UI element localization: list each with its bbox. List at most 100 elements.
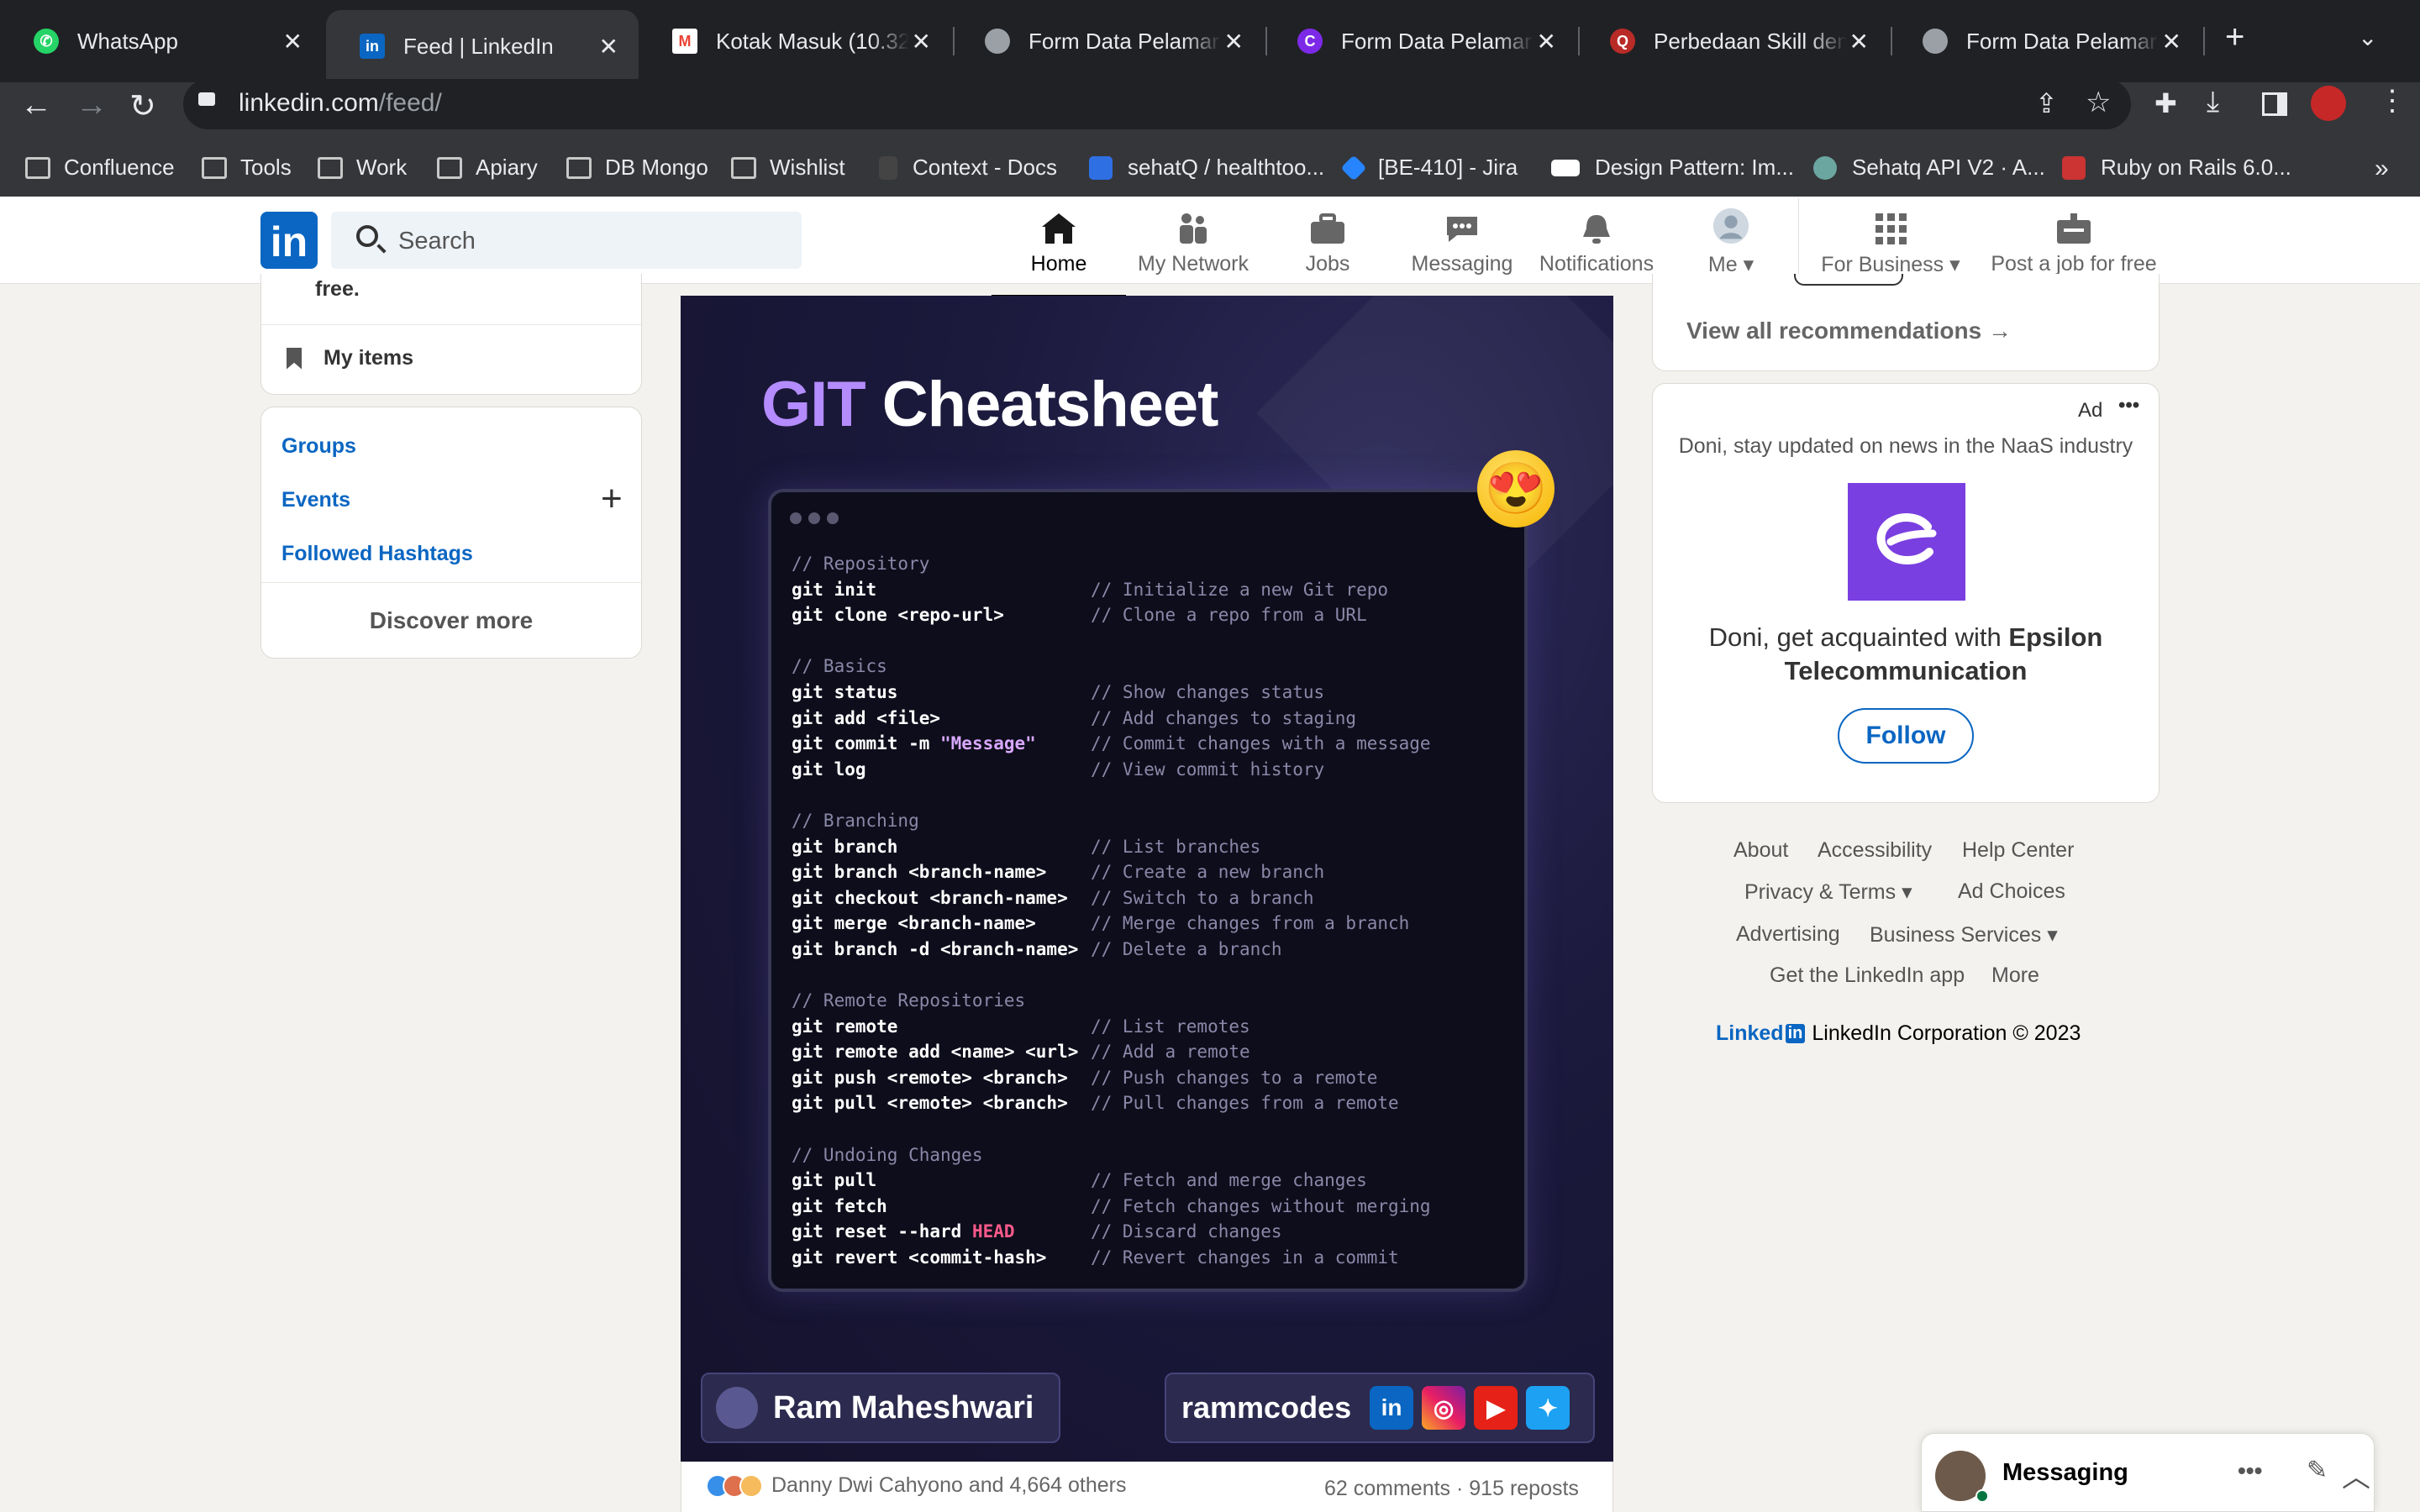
nav-home[interactable]: Home <box>992 207 1126 298</box>
close-icon[interactable]: ✕ <box>283 28 302 55</box>
tab-form-1[interactable]: Form Data Pelamar T ✕ <box>951 12 1264 71</box>
close-icon[interactable]: ✕ <box>2162 28 2181 55</box>
code-line: git checkout <branch-name> // Switch to a… <box>792 885 1314 911</box>
comments-count[interactable]: 62 comments <box>1324 1477 1450 1500</box>
tab-form-2[interactable]: C Form Data Pelamar T ✕ <box>1264 12 1576 71</box>
view-all-recommendations-link[interactable]: View all recommendations → <box>1686 318 2012 344</box>
bookmark-apiary[interactable]: Apiary <box>437 155 538 181</box>
new-tab-button[interactable]: + <box>2225 18 2244 56</box>
code-comment: // Initialize a new Git repo <box>1091 579 1389 600</box>
code-comment: // Pull changes from a remote <box>1091 1093 1399 1114</box>
nav-jobs[interactable]: Jobs <box>1260 207 1395 276</box>
folder-icon <box>318 156 343 179</box>
insightful-icon <box>739 1473 763 1498</box>
tab-linkedin[interactable]: in Feed | LinkedIn ✕ <box>326 10 639 82</box>
bookmark-confluence[interactable]: Confluence <box>25 155 175 181</box>
bookmark-tools[interactable]: Tools <box>202 155 292 181</box>
forward-arrow-icon[interactable]: → <box>76 87 108 123</box>
close-icon[interactable]: ✕ <box>912 28 931 55</box>
code-line: git branch // List branches <box>792 834 1260 860</box>
reactions-summary[interactable]: Danny Dwi Cahyono and 4,664 others <box>706 1473 1127 1498</box>
footer-help-center-link[interactable]: Help Center <box>1962 838 2074 863</box>
more-options-icon[interactable]: ••• <box>2238 1457 2262 1484</box>
events-link[interactable]: Events <box>281 488 350 512</box>
follow-button[interactable]: Follow <box>1838 708 1974 764</box>
nav-messaging[interactable]: Messaging <box>1395 207 1529 276</box>
share-icon[interactable]: ⇪ <box>2035 87 2058 119</box>
heart-eyes-emoji-icon: 😍 <box>1477 450 1555 528</box>
footer-business-services-link[interactable]: Business Services ▾ <box>1870 922 2058 948</box>
groups-link[interactable]: Groups <box>281 434 356 459</box>
footer-privacy-terms-link[interactable]: Privacy & Terms ▾ <box>1744 879 1912 905</box>
tab-gmail[interactable]: M Kotak Masuk (10.328 ✕ <box>639 12 951 71</box>
side-panel-icon[interactable] <box>2262 92 2287 116</box>
followed-hashtags-link[interactable]: Followed Hashtags <box>281 542 473 566</box>
epsilon-logo[interactable] <box>1848 483 1965 601</box>
code-command: git reset --hard <box>792 1221 972 1242</box>
lock-icon[interactable] <box>198 92 215 106</box>
author-badge: Ram Maheshwari <box>701 1373 1060 1443</box>
footer-ad-choices-link[interactable]: Ad Choices <box>1958 879 2065 904</box>
nav-post-job[interactable]: Post a job for free <box>1983 207 2165 276</box>
add-event-plus-icon[interactable]: + <box>601 478 623 520</box>
close-icon[interactable]: ✕ <box>599 33 618 60</box>
tab-quora[interactable]: Q Perbedaan Skill deng ✕ <box>1576 12 1889 71</box>
address-bar[interactable] <box>183 79 2131 129</box>
linkedin-logo[interactable]: in <box>260 212 318 269</box>
messaging-dock-panel[interactable]: Messaging ••• ✎ ︿ <box>1921 1433 2375 1512</box>
bookmark-work[interactable]: Work <box>318 155 407 181</box>
footer-about-link[interactable]: About <box>1733 838 1788 863</box>
nav-notifications[interactable]: Notifications <box>1529 207 1664 276</box>
more-bookmarks-chevron[interactable]: » <box>2375 155 2389 183</box>
close-icon[interactable]: ✕ <box>1537 28 1556 55</box>
my-items-link[interactable]: My items <box>287 346 413 370</box>
browser-tab-strip: ✆ WhatsApp ✕ in Feed | LinkedIn ✕ M Kota… <box>0 0 2420 82</box>
reposts-count[interactable]: 915 reposts <box>1469 1477 1579 1500</box>
bookmark-context-docs[interactable]: Context - Docs <box>879 155 1057 181</box>
tab-search-chevron-icon[interactable]: ⌄ <box>2358 24 2377 51</box>
bookmark-wishlist[interactable]: Wishlist <box>731 155 845 181</box>
footer-get-app-link[interactable]: Get the LinkedIn app <box>1770 963 1965 988</box>
footer-more-link[interactable]: More <box>1991 963 2039 988</box>
discover-more-button[interactable]: Discover more <box>261 607 641 634</box>
reload-icon[interactable]: ↻ <box>129 87 156 125</box>
nav-me[interactable]: Me ▾ <box>1664 207 1798 277</box>
bookmark-jira[interactable]: [BE-410] - Jira <box>1340 154 1518 181</box>
rails-icon <box>2062 155 2086 180</box>
ad-headline: Doni, get acquainted with Epsilon Teleco… <box>1708 622 2103 685</box>
back-arrow-icon[interactable]: ← <box>20 87 52 123</box>
bookmark-sehatq-api[interactable]: Sehatq API V2 · A... <box>1813 155 2045 181</box>
copyright: Linked in LinkedIn Corporation © 2023 <box>1716 1021 2081 1045</box>
code-comment: // List remotes <box>1091 1016 1250 1037</box>
briefcase-icon <box>1260 207 1395 245</box>
bookmark-sehatq[interactable]: sehatQ / healthtoo... <box>1089 155 1324 181</box>
tab-separator <box>2203 27 2205 55</box>
bookmark-design-pattern[interactable]: Design Pattern: Im... <box>1551 155 1794 181</box>
bookmark-rails[interactable]: Ruby on Rails 6.0... <box>2062 155 2291 181</box>
bookmark-db-mongo[interactable]: DB Mongo <box>566 155 708 181</box>
extensions-puzzle-icon[interactable]: ✚ <box>2154 87 2177 119</box>
nav-my-network[interactable]: My Network <box>1126 207 1260 276</box>
compose-icon[interactable]: ✎ <box>2307 1456 2328 1485</box>
code-comment: // Fetch changes without merging <box>1091 1195 1431 1216</box>
code-command: git init <box>792 579 877 600</box>
nav-for-business[interactable]: For Business ▾ <box>1807 207 1975 277</box>
chevron-up-icon[interactable]: ︿ <box>2342 1454 2370 1495</box>
profile-avatar[interactable] <box>2311 86 2346 121</box>
tab-whatsapp[interactable]: ✆ WhatsApp ✕ <box>0 12 323 71</box>
footer-advertising-link[interactable]: Advertising <box>1736 922 1840 947</box>
star-bookmark-icon[interactable]: ☆ <box>2086 86 2111 119</box>
author-avatar <box>716 1387 758 1429</box>
close-icon[interactable]: ✕ <box>1849 28 1869 55</box>
nav-label: Post a job for free <box>1991 252 2157 276</box>
post-image-git-cheatsheet[interactable]: GIT Cheatsheet // Repository git init // I… <box>681 296 1613 1462</box>
chrome-menu-icon[interactable]: ⋮ <box>2378 84 2407 118</box>
tab-form-3[interactable]: Form Data Pelamar T ✕ <box>1889 12 2202 71</box>
download-icon[interactable]: ⤓ <box>2207 86 2219 118</box>
search-input[interactable]: Search <box>331 212 802 269</box>
code-section-heading: // Undoing Changes <box>792 1144 983 1165</box>
footer-accessibility-link[interactable]: Accessibility <box>1818 838 1932 863</box>
more-options-icon[interactable]: ••• <box>2118 394 2139 417</box>
close-icon[interactable]: ✕ <box>1224 28 1244 55</box>
code-line: git pull <remote> <branch> // Pull change… <box>792 1090 1399 1116</box>
